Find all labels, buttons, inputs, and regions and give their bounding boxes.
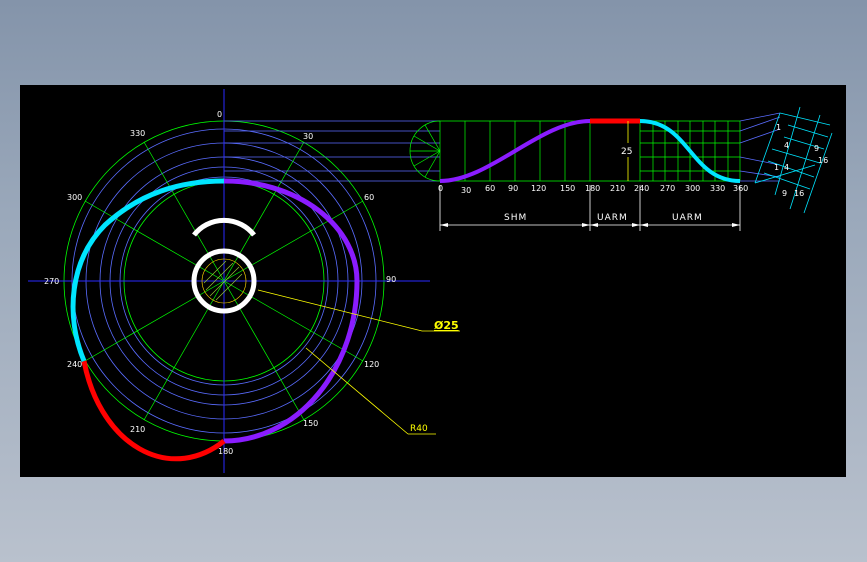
angle-label-270: 270 bbox=[44, 277, 59, 286]
segment-label-uarm-1: UARM bbox=[597, 213, 628, 223]
axis-label-30: 30 bbox=[461, 186, 471, 195]
axis-label-270: 270 bbox=[660, 184, 675, 193]
angle-label-240: 240 bbox=[67, 360, 82, 369]
axis-label-330: 330 bbox=[710, 184, 725, 193]
scale-label-16a: 16 bbox=[818, 156, 828, 165]
cad-viewport[interactable]: 0 30 60 90 120 150 180 210 240 270 300 3… bbox=[20, 85, 846, 477]
angle-label-180: 180 bbox=[218, 447, 233, 456]
axis-label-240: 240 bbox=[634, 184, 649, 193]
axis-label-150: 150 bbox=[560, 184, 575, 193]
angle-label-150: 150 bbox=[303, 419, 318, 428]
segment-label-uarm-2: UARM bbox=[672, 213, 703, 223]
scale-label-9a: 9 bbox=[814, 144, 819, 153]
angle-label-0: 0 bbox=[217, 110, 222, 119]
angle-label-120: 120 bbox=[364, 360, 379, 369]
center-axes bbox=[28, 89, 430, 473]
axis-label-0: 0 bbox=[438, 184, 443, 193]
axis-label-60: 60 bbox=[485, 184, 495, 193]
hole-diameter-dim: Ø25 bbox=[434, 319, 459, 332]
scale-label-4a: 4 bbox=[784, 141, 789, 150]
axis-label-90: 90 bbox=[508, 184, 518, 193]
axis-label-300: 300 bbox=[685, 184, 700, 193]
cam-profile-uarm bbox=[70, 178, 225, 362]
axis-label-120: 120 bbox=[531, 184, 546, 193]
angle-label-30: 30 bbox=[303, 132, 313, 141]
rise-dim: 25 bbox=[621, 147, 632, 157]
scale-label-4b: 4 bbox=[784, 163, 789, 172]
angle-label-90: 90 bbox=[386, 275, 396, 284]
diagram-axis-labels: 0 30 60 90 120 150 180 210 240 270 300 3… bbox=[438, 184, 748, 195]
axis-label-210: 210 bbox=[610, 184, 625, 193]
scale-label-16b: 16 bbox=[794, 189, 804, 198]
base-radius-dim: R40 bbox=[410, 424, 428, 434]
rise-dimension: 25 bbox=[621, 121, 636, 181]
axis-label-360: 360 bbox=[733, 184, 748, 193]
axis-label-180: 180 bbox=[585, 184, 600, 193]
scale-label-9b: 9 bbox=[782, 189, 787, 198]
scale-label-1a: 1 bbox=[776, 123, 781, 132]
cam-profile-drawing: 0 30 60 90 120 150 180 210 240 270 300 3… bbox=[28, 89, 833, 473]
angle-label-60: 60 bbox=[364, 193, 374, 202]
segment-label-shm: SHM bbox=[504, 213, 527, 223]
angle-label-300: 300 bbox=[67, 193, 82, 202]
scale-label-1b: 1 bbox=[774, 163, 779, 172]
angle-label-330: 330 bbox=[130, 129, 145, 138]
angle-label-210: 210 bbox=[130, 425, 145, 434]
